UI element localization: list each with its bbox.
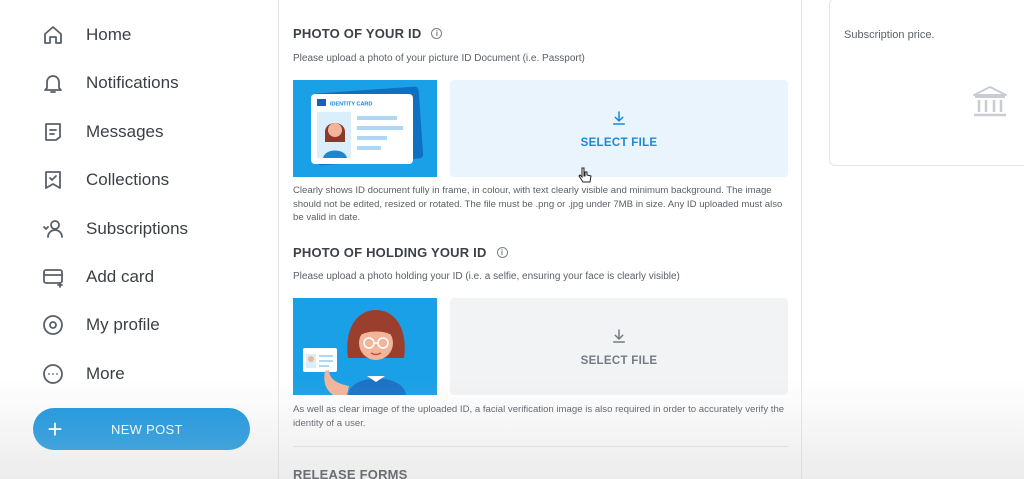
sidebar-item-subscriptions[interactable]: Subscriptions — [38, 209, 188, 249]
select-file-holding-id-button[interactable]: SELECT FILE — [450, 298, 788, 395]
download-icon — [613, 110, 625, 125]
sidebar-item-notifications[interactable]: Notifications — [38, 63, 179, 103]
section-title-text: RELEASE FORMS — [293, 467, 408, 479]
selfie-illustration — [293, 298, 437, 395]
sidebar-item-label: More — [86, 364, 125, 383]
message-icon — [38, 117, 68, 147]
section-title-release-forms: RELEASE FORMS — [293, 467, 408, 479]
id-card-label: IDENTITY CARD — [330, 102, 372, 108]
sidebar-item-label: Messages — [86, 122, 164, 141]
id-card-illustration: IDENTITY CARD — [293, 80, 437, 177]
section-subtitle: Please upload a photo of your picture ID… — [293, 53, 585, 64]
section-title-text: PHOTO OF YOUR ID — [293, 26, 422, 41]
bookmark-icon — [38, 165, 68, 195]
sidebar-item-add-card[interactable]: Add card — [38, 257, 154, 297]
profile-icon — [38, 310, 68, 340]
sidebar-item-label: Subscriptions — [86, 219, 189, 238]
download-icon — [613, 328, 625, 343]
sidebar-item-label: My profile — [86, 315, 160, 334]
subscription-price-card: Subscription price. — [829, 0, 1024, 166]
bank-icon — [973, 86, 1007, 117]
subscriptions-icon — [38, 214, 68, 244]
sidebar-item-more[interactable]: More — [38, 354, 125, 394]
subscription-price-text: Subscription price. — [844, 29, 935, 41]
new-post-button[interactable]: + NEW POST — [33, 408, 250, 450]
sidebar-item-label: Collections — [86, 170, 170, 189]
id-requirements-text: Clearly shows ID document fully in frame… — [293, 185, 783, 223]
sidebar-item-messages[interactable]: Messages — [38, 112, 163, 152]
bell-icon — [38, 68, 68, 98]
select-file-label: SELECT FILE — [580, 354, 658, 367]
right-panel: Subscription price. — [802, 0, 1024, 479]
plus-icon: + — [47, 414, 63, 444]
info-icon[interactable]: i — [496, 247, 508, 258]
section-title-text: PHOTO OF HOLDING YOUR ID — [293, 245, 487, 260]
section-title-holding-id: PHOTO OF HOLDING YOUR ID i — [293, 245, 508, 260]
section-subtitle: Please upload a photo holding your ID (i… — [293, 271, 680, 282]
verification-form: PHOTO OF YOUR ID i Please upload a photo… — [278, 0, 802, 479]
section-title-photo-id: PHOTO OF YOUR ID i — [293, 26, 443, 41]
card-icon — [38, 262, 68, 292]
select-file-label: SELECT FILE — [580, 136, 658, 149]
select-file-id-button[interactable]: SELECT FILE — [450, 80, 788, 177]
section-divider — [293, 446, 788, 447]
sidebar-item-my-profile[interactable]: My profile — [38, 305, 160, 345]
sidebar: Home Notifications Messages Collections … — [0, 0, 278, 479]
sidebar-item-collections[interactable]: Collections — [38, 160, 169, 200]
info-icon[interactable]: i — [431, 28, 443, 39]
sidebar-item-label: Home — [86, 25, 132, 44]
home-icon — [38, 20, 68, 50]
more-icon — [38, 359, 68, 389]
holding-id-requirements-text: As well as clear image of the uploaded I… — [293, 404, 785, 429]
hand-cursor-icon — [578, 167, 592, 183]
new-post-label: NEW POST — [111, 421, 183, 437]
sidebar-item-label: Notifications — [86, 73, 179, 92]
sidebar-item-label: Add card — [86, 267, 155, 286]
sidebar-item-home[interactable]: Home — [38, 15, 131, 55]
